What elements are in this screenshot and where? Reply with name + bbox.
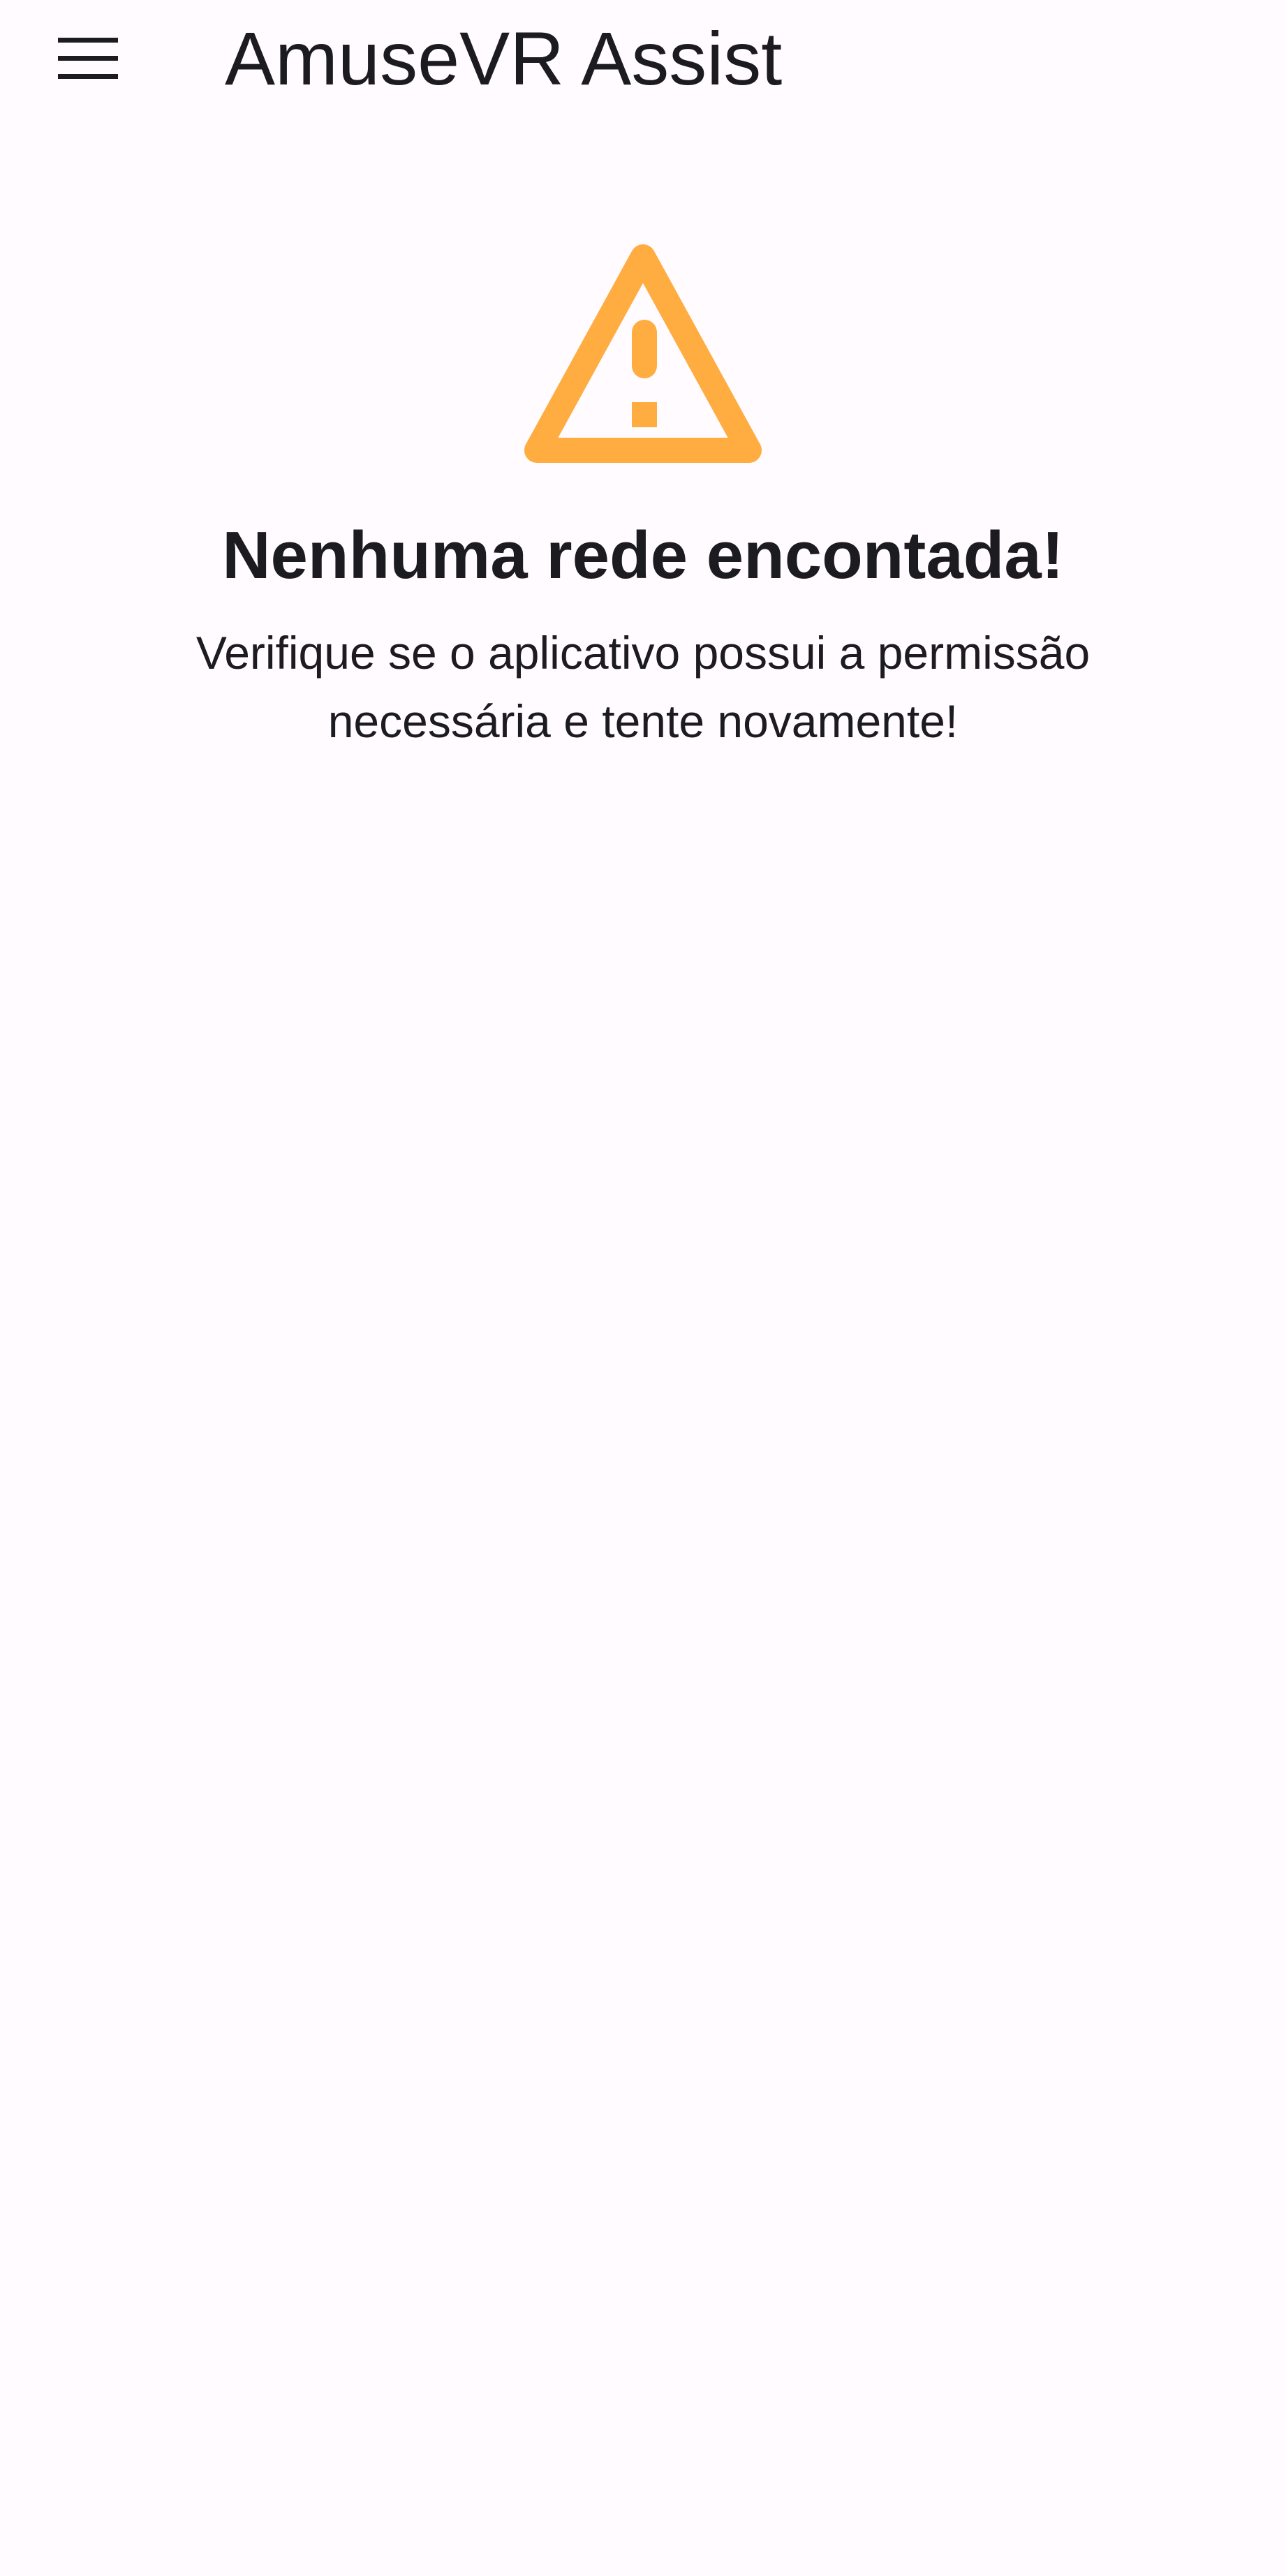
app-bar: AmuseVR Assist bbox=[0, 0, 1286, 117]
warning-icon bbox=[513, 237, 773, 475]
app-title: AmuseVR Assist bbox=[225, 16, 783, 101]
menu-button[interactable] bbox=[50, 25, 126, 92]
menu-icon bbox=[58, 38, 118, 79]
empty-state: Nenhuma rede encontada! Verifique se o a… bbox=[0, 237, 1286, 755]
empty-state-message: Verifique se o aplicativo possui a permi… bbox=[195, 627, 1091, 747]
empty-state-title: Nenhuma rede encontada! bbox=[222, 518, 1064, 593]
